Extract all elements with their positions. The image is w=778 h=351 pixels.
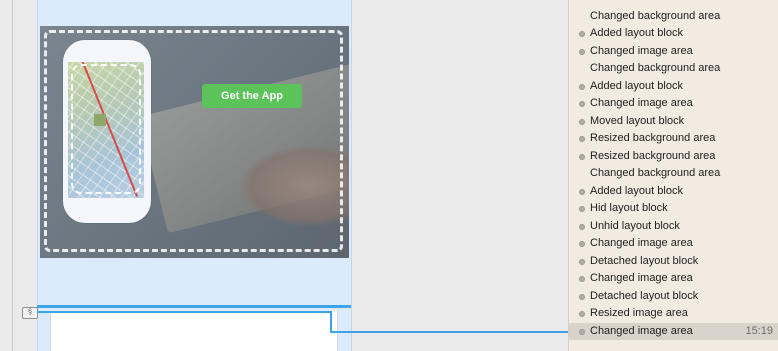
history-dot-icon	[579, 206, 585, 212]
layout-block[interactable]	[50, 311, 338, 351]
anchor-badge-icon[interactable]: §	[22, 307, 38, 319]
history-item[interactable]: Resized image area	[569, 305, 778, 323]
history-dot-icon	[579, 136, 585, 142]
history-dot-icon	[579, 223, 585, 230]
history-item[interactable]: Changed background area	[569, 165, 778, 183]
history-dot-icon	[579, 188, 585, 195]
history-item-time: 15:19	[745, 324, 773, 337]
history-item[interactable]: Changed image area	[569, 43, 778, 61]
connector-line	[37, 311, 330, 313]
history-item[interactable]: Resized background area	[569, 130, 778, 148]
history-item-label: Moved layout block	[590, 114, 685, 127]
history-item[interactable]: Changed background area	[569, 60, 778, 78]
history-item[interactable]: Resized background area	[569, 148, 778, 166]
history-item-label: Changed image area	[590, 272, 693, 284]
history-item-label: Changed image area	[590, 97, 693, 109]
history-dot-icon	[579, 328, 585, 335]
history-item[interactable]: Changed image area	[569, 95, 778, 113]
history-item-label: Detached layout block	[590, 289, 699, 302]
get-app-button[interactable]: Get the App	[202, 84, 302, 108]
history-item[interactable]: Added layout block	[569, 183, 778, 201]
history-dot-icon	[579, 293, 585, 300]
history-item-label: Changed background area	[590, 9, 721, 22]
history-dot-icon	[579, 276, 585, 282]
history-item-label: Changed image area	[590, 237, 693, 249]
history-item[interactable]: Changed image area	[569, 235, 778, 253]
connector-line-vertical	[330, 311, 332, 333]
history-item-label: Resized background area	[590, 132, 716, 144]
history-dot-icon	[579, 101, 585, 107]
history-item-label: Changed image area	[590, 44, 693, 57]
history-item-label: Unhid layout block	[590, 219, 680, 232]
section-divider	[37, 305, 351, 308]
history-item[interactable]: Detached layout block	[569, 253, 778, 271]
history-dot-icon	[579, 153, 585, 160]
history-dot-icon	[579, 311, 585, 317]
history-item-label: Added layout block	[590, 27, 683, 39]
history-dot-icon	[579, 31, 585, 37]
history-dot-icon	[579, 83, 585, 90]
history-item-label: Detached layout block	[590, 254, 699, 267]
history-item-label: Resized image area	[590, 307, 688, 319]
history-item[interactable]: Unhid layout block	[569, 218, 778, 236]
history-item-label: Changed background area	[590, 62, 721, 74]
history-item[interactable]: Added layout block	[569, 78, 778, 96]
history-dot-icon	[579, 48, 585, 55]
history-item-label: Added layout block	[590, 79, 683, 92]
history-item[interactable]: Detached layout block	[569, 288, 778, 306]
history-item-label: Changed image area	[590, 324, 693, 337]
history-item[interactable]: Changed background area	[569, 8, 778, 26]
history-item-label: Added layout block	[590, 184, 683, 197]
history-item[interactable]: Changed image area 15:19	[569, 322, 778, 340]
history-item[interactable]: Hid layout block	[569, 200, 778, 218]
history-item-label: Hid layout block	[590, 202, 668, 214]
connector-line-history	[330, 331, 572, 333]
history-item-label: Resized background area	[590, 149, 716, 162]
history-dot-icon	[579, 118, 585, 125]
history-dot-icon	[579, 258, 585, 265]
history-panel: Changed background area Added layout bloc…	[568, 0, 778, 351]
history-item[interactable]: Added layout block	[569, 25, 778, 43]
history-dot-icon	[579, 241, 585, 247]
phone-image-outline	[71, 64, 141, 194]
history-item[interactable]: Moved layout block	[569, 113, 778, 131]
ruler-guide	[12, 0, 13, 351]
history-item-label: Changed background area	[590, 167, 721, 179]
history-item[interactable]: Changed image area	[569, 270, 778, 288]
